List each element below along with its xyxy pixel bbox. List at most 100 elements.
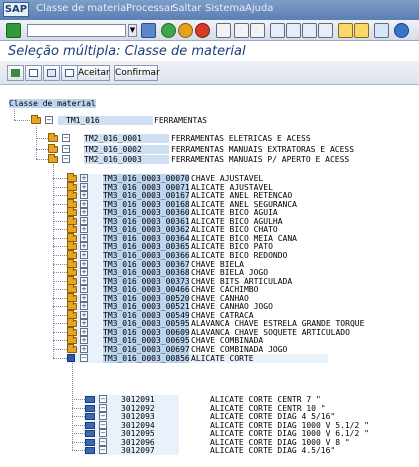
expand-icon[interactable]: +: [80, 302, 88, 310]
command-dropdown-icon[interactable]: ▼: [128, 24, 137, 37]
back-icon[interactable]: [161, 23, 176, 38]
expand-icon[interactable]: +: [80, 311, 88, 319]
deselect-all-icon[interactable]: [43, 65, 60, 81]
menu-sistema[interactable]: Sistema: [205, 3, 245, 14]
l3-code[interactable]: TM3_016_0003_00365: [103, 242, 190, 251]
expand-icon[interactable]: +: [80, 242, 88, 250]
print-icon[interactable]: [216, 23, 231, 38]
standard-toolbar: ▼: [0, 20, 419, 41]
title-bar: Seleção múltipla: Classe de material: [0, 42, 419, 61]
new-session-icon[interactable]: [338, 23, 353, 38]
l3-code[interactable]: TM3_016_0003_00360: [103, 208, 190, 217]
find-next-icon[interactable]: [250, 23, 265, 38]
expand-icon[interactable]: +: [80, 251, 88, 259]
l1-code[interactable]: TM1_016: [58, 116, 153, 125]
expand-icon[interactable]: +: [80, 174, 88, 182]
menu-processar[interactable]: Processar: [126, 3, 174, 14]
expand-icon[interactable]: +: [80, 294, 88, 302]
l3-code[interactable]: TM3_016_0003_00521: [103, 302, 190, 311]
expand-icon[interactable]: +: [80, 277, 88, 285]
l3-code[interactable]: TM3_016_0003_00366: [103, 251, 190, 260]
l4-code[interactable]: 3012097: [121, 446, 155, 455]
expand-subtree-icon[interactable]: [61, 65, 78, 81]
expand-icon[interactable]: −: [62, 134, 70, 142]
expand-icon[interactable]: +: [80, 200, 88, 208]
cancel-icon[interactable]: [195, 23, 210, 38]
l3-code[interactable]: TM3_016_0003_00697: [103, 345, 190, 354]
l4-code[interactable]: 3012091: [121, 395, 155, 404]
find-icon[interactable]: [234, 23, 249, 38]
tree-line: [72, 433, 85, 434]
l4-code[interactable]: 3012095: [121, 429, 155, 438]
l4-code[interactable]: 3012093: [121, 412, 155, 421]
root-label[interactable]: Classe de material: [9, 99, 96, 108]
l3-code[interactable]: TM3_016_0003_00466: [103, 285, 190, 294]
expand-icon[interactable]: +: [80, 183, 88, 191]
tree-line: [53, 221, 67, 222]
expand-icon[interactable]: +: [80, 268, 88, 276]
l2-code[interactable]: TM2_016_0003: [84, 155, 169, 164]
menu-bar: SAP Classe de material Processar Saltar …: [0, 0, 419, 20]
tree-line: [53, 315, 67, 316]
node-icon[interactable]: −: [99, 404, 107, 412]
l3-desc: ALICATE ANEL RETENCAO: [191, 191, 293, 200]
node-icon[interactable]: −: [99, 438, 107, 446]
expand-icon[interactable]: −: [62, 155, 70, 163]
expand-icon[interactable]: +: [80, 225, 88, 233]
expand-icon[interactable]: +: [80, 328, 88, 336]
l4-desc: ALICATE CORTE CENTR 7 ": [210, 395, 321, 404]
l3-code[interactable]: TM3_016_0003_00368: [103, 268, 190, 277]
menu-classe-material[interactable]: Classe de material: [36, 3, 129, 14]
expand-icon[interactable]: +: [80, 336, 88, 344]
help-icon[interactable]: [394, 23, 409, 38]
l3-code[interactable]: TM3_016_0003_00595: [103, 319, 190, 328]
expand-icon[interactable]: +: [80, 345, 88, 353]
expand-icon[interactable]: +: [80, 191, 88, 199]
sap-logo-icon[interactable]: SAP: [3, 2, 29, 17]
first-page-icon[interactable]: [270, 23, 285, 38]
tree-line: [53, 332, 67, 333]
expand-icon[interactable]: +: [80, 217, 88, 225]
previous-page-icon[interactable]: [286, 23, 301, 38]
collapse-icon[interactable]: −: [45, 116, 53, 124]
next-page-icon[interactable]: [302, 23, 317, 38]
accept-button[interactable]: Aceitar: [77, 65, 110, 81]
l3-desc: CHAVE COMBINADA: [191, 336, 264, 345]
layout-menu-icon[interactable]: [374, 23, 389, 38]
menu-saltar[interactable]: Saltar: [172, 3, 201, 14]
l3-code[interactable]: TM3_016_0003_00695: [103, 336, 190, 345]
l3-code[interactable]: TM3_016_0003_00856: [103, 354, 190, 363]
shortcut-icon[interactable]: [354, 23, 369, 38]
expand-icon[interactable]: −: [62, 145, 70, 153]
last-page-icon[interactable]: [318, 23, 333, 38]
save-icon[interactable]: [141, 23, 156, 38]
tree-line: [53, 272, 67, 273]
expand-icon[interactable]: +: [80, 260, 88, 268]
confirm-button[interactable]: Confirmar: [114, 65, 160, 81]
node-icon[interactable]: −: [99, 429, 107, 437]
expand-icon[interactable]: +: [80, 285, 88, 293]
l2-code[interactable]: TM2_016_0001: [84, 134, 169, 143]
selected-node-icon[interactable]: [67, 354, 75, 362]
exit-icon[interactable]: [178, 23, 193, 38]
node-icon[interactable]: −: [99, 421, 107, 429]
menu-ajuda[interactable]: Ajuda: [245, 3, 273, 14]
expand-icon[interactable]: +: [80, 208, 88, 216]
expand-icon[interactable]: +: [80, 319, 88, 327]
tree-line: [53, 187, 67, 188]
select-all-icon[interactable]: [25, 65, 42, 81]
l3-code[interactable]: TM3_016_0003_00167: [103, 191, 190, 200]
l3-code[interactable]: TM3_016_0003_00362: [103, 225, 190, 234]
folder-icon: [48, 133, 58, 142]
enter-check-icon[interactable]: [6, 23, 21, 38]
l2-code[interactable]: TM2_016_0002: [84, 145, 169, 154]
command-field[interactable]: [27, 24, 126, 37]
collapse-icon[interactable]: −: [80, 354, 88, 362]
tree-line: [72, 442, 85, 443]
expand-icon[interactable]: +: [80, 234, 88, 242]
details-icon[interactable]: [7, 65, 24, 81]
l3-code[interactable]: TM3_016_0003_00070: [103, 174, 190, 183]
node-icon[interactable]: −: [99, 412, 107, 420]
node-icon[interactable]: −: [99, 395, 107, 403]
node-icon[interactable]: −: [99, 446, 107, 454]
